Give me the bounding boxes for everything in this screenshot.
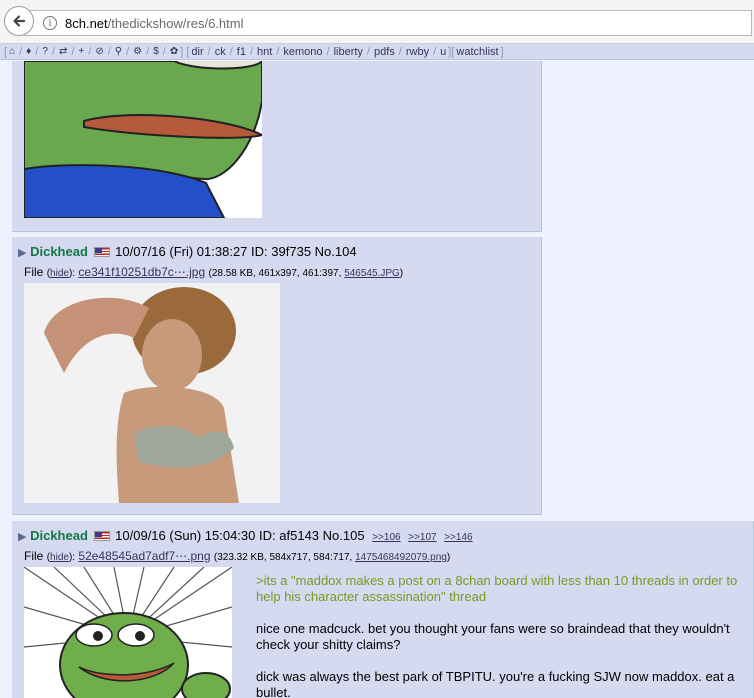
info-icon[interactable]: i bbox=[43, 16, 57, 30]
post-body: >its a "maddox makes a post on a 8chan b… bbox=[256, 573, 754, 698]
poster-id-label: ID: bbox=[259, 528, 276, 543]
board-link-liberty[interactable]: liberty bbox=[332, 46, 365, 58]
poster-id-label: ID: bbox=[251, 244, 268, 259]
post-menu-icon[interactable]: ▶ bbox=[18, 531, 26, 543]
help-icon[interactable]: ? bbox=[40, 46, 50, 57]
gear-icon[interactable]: ⚙ bbox=[131, 46, 144, 57]
file-details-end: ) bbox=[446, 552, 451, 563]
us-flag-icon bbox=[93, 247, 110, 257]
post-paragraph-1: nice one madcuck. bet you thought your f… bbox=[256, 621, 730, 652]
file-name-link[interactable]: ce341f10251db7c⋯.jpg bbox=[78, 265, 205, 279]
poster-name: Dickhead bbox=[30, 528, 88, 543]
post-image-photo[interactable] bbox=[24, 283, 280, 503]
backlink-107[interactable]: >>107 bbox=[408, 532, 436, 543]
board-link-f1[interactable]: f1 bbox=[235, 46, 248, 58]
original-filename[interactable]: 546545.JPG bbox=[344, 268, 400, 279]
board-nav: [ ⌂ / ♦ / ? / ⇄ / + / ⊘ / ⚲ / ⚙ / $ / ✿ ] [ dir / … bbox=[0, 44, 754, 60]
file-label: File bbox=[24, 549, 44, 563]
file-label: File bbox=[24, 265, 44, 279]
dollar-icon[interactable]: $ bbox=[151, 46, 161, 57]
back-button[interactable] bbox=[4, 6, 34, 36]
home-icon[interactable]: ⌂ bbox=[7, 46, 17, 57]
add-icon[interactable]: + bbox=[76, 46, 86, 57]
board-link-ck[interactable]: ck bbox=[213, 46, 228, 58]
ban-icon[interactable]: ⊘ bbox=[93, 46, 105, 57]
post-number[interactable]: No.105 bbox=[323, 528, 365, 543]
address-bar[interactable]: i 8ch.net/thedickshow/res/6.html bbox=[24, 10, 752, 36]
post-image-pepe-top[interactable] bbox=[24, 61, 262, 218]
file-details-end: ) bbox=[399, 268, 404, 279]
twitter-icon[interactable]: ✿ bbox=[168, 46, 180, 57]
board-link-rwby[interactable]: rwby bbox=[404, 46, 431, 58]
post-menu-icon[interactable]: ▶ bbox=[18, 247, 26, 259]
hide-link[interactable]: hide bbox=[50, 552, 69, 563]
original-filename[interactable]: 1475468492079.png bbox=[355, 552, 447, 563]
backlink-106[interactable]: >>106 bbox=[372, 532, 400, 543]
post-paragraph-2: dick was always the best park of TBPITU.… bbox=[256, 669, 735, 698]
board-link-pdfs[interactable]: pdfs bbox=[372, 46, 397, 58]
poster-id[interactable]: af5143 bbox=[279, 528, 319, 543]
browser-toolbar: i 8ch.net/thedickshow/res/6.html bbox=[0, 0, 754, 44]
file-name-link[interactable]: 52e48545ad7adf7⋯.png bbox=[78, 549, 210, 563]
file-details: (323.32 KB, 584x717, 584:717, bbox=[213, 552, 356, 563]
random-icon[interactable]: ⇄ bbox=[57, 46, 69, 57]
tags-icon[interactable]: ♦ bbox=[24, 46, 33, 57]
backlink-146[interactable]: >>146 bbox=[444, 532, 472, 543]
post-previous bbox=[12, 61, 542, 232]
board-link-hnt[interactable]: hnt bbox=[255, 46, 274, 58]
post-datetime: 10/07/16 (Fri) 01:38:27 bbox=[115, 244, 248, 259]
post-image-pepe-smug[interactable] bbox=[24, 567, 232, 698]
post-number[interactable]: No.104 bbox=[315, 244, 357, 259]
us-flag-icon bbox=[93, 531, 110, 541]
poster-id[interactable]: 39f735 bbox=[271, 244, 311, 259]
url-host: 8ch.net bbox=[65, 15, 108, 31]
board-link-kemono[interactable]: kemono bbox=[281, 46, 324, 58]
url-path: /thedickshow/res/6.html bbox=[107, 15, 244, 31]
watchlist-link[interactable]: watchlist bbox=[454, 46, 500, 58]
hide-link[interactable]: hide bbox=[50, 268, 69, 279]
back-arrow-icon bbox=[13, 15, 26, 27]
poster-name: Dickhead bbox=[30, 244, 88, 259]
post-104: ▶ Dickhead 10/07/16 (Fri) 01:38:27 ID: 3… bbox=[12, 237, 542, 515]
search-icon[interactable]: ⚲ bbox=[113, 46, 124, 57]
post-datetime: 10/09/16 (Sun) 15:04:30 bbox=[115, 528, 256, 543]
post-105: ▶ Dickhead 10/09/16 (Sun) 15:04:30 ID: a… bbox=[12, 521, 754, 698]
board-link-dir[interactable]: dir bbox=[189, 46, 205, 58]
file-details: (28.58 KB, 461x397, 461:397, bbox=[208, 268, 345, 279]
board-link-u[interactable]: u bbox=[438, 46, 448, 58]
greentext-quote: >its a "maddox makes a post on a 8chan b… bbox=[256, 573, 738, 604]
